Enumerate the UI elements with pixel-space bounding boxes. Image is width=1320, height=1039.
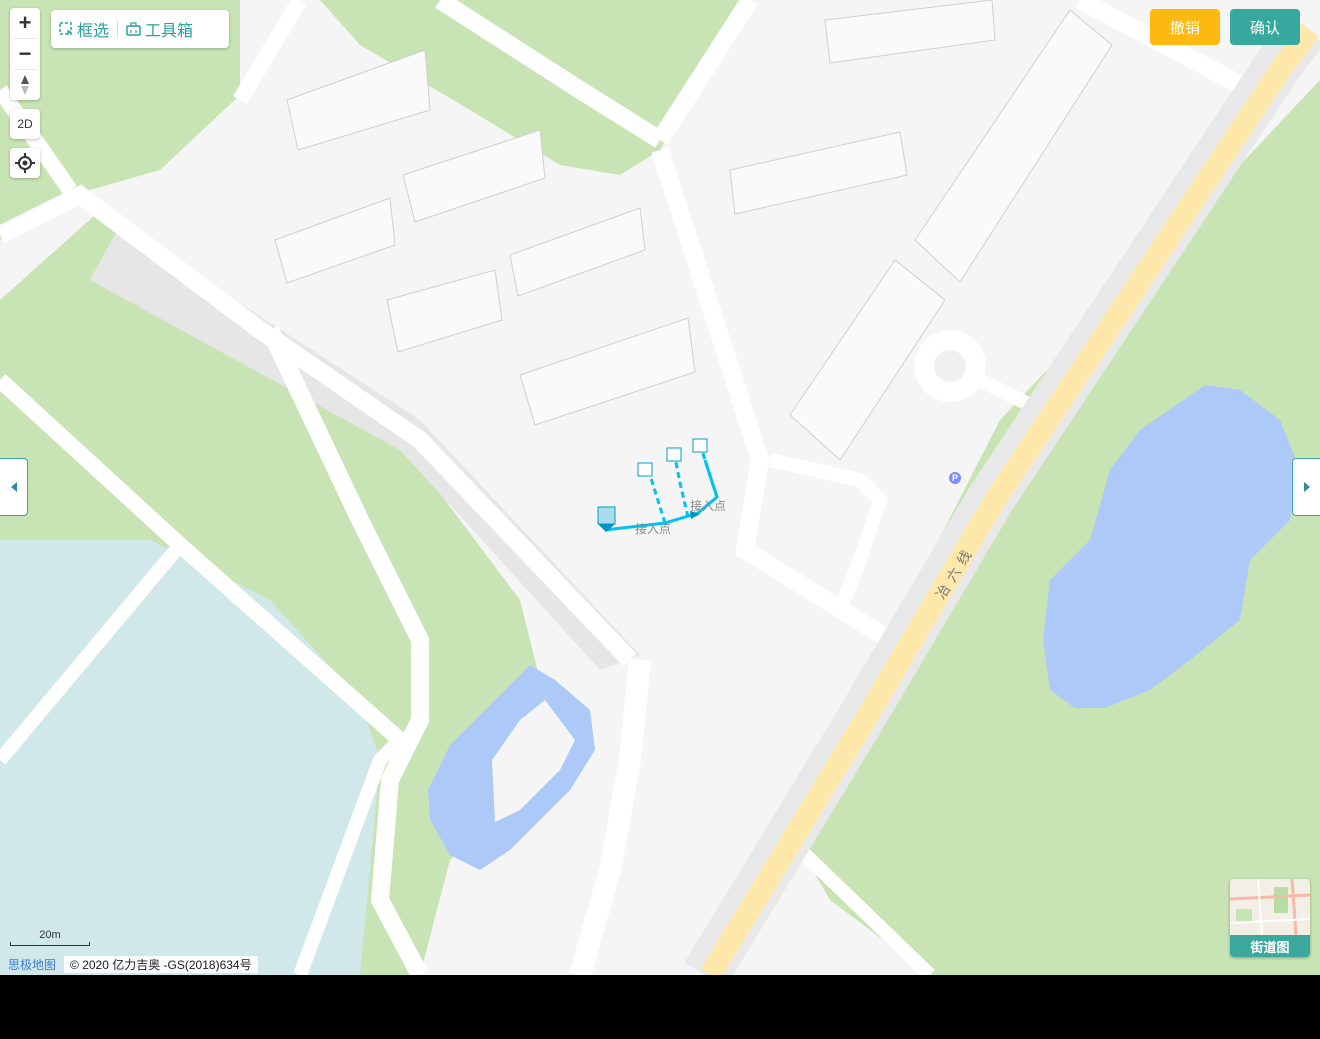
box-select-icon xyxy=(59,22,72,36)
device-marker-3 xyxy=(692,438,708,453)
street-map-thumbnail xyxy=(1230,879,1310,935)
access-point-label-1: 接入点 xyxy=(635,522,672,536)
toolbox-icon xyxy=(126,22,141,36)
zoom-in-button[interactable]: + xyxy=(10,8,40,38)
compass-button[interactable] xyxy=(10,70,40,100)
locate-button[interactable] xyxy=(10,148,40,178)
right-panel-toggle[interactable] xyxy=(1292,458,1320,516)
parking-icon: P xyxy=(949,472,961,484)
toolbox-label: 工具箱 xyxy=(145,23,194,40)
scale-bar-line xyxy=(10,942,90,946)
toolbox-tool[interactable]: 工具箱 xyxy=(118,10,201,48)
box-select-label: 框选 xyxy=(77,23,110,40)
zoom-control: + − xyxy=(10,8,40,100)
cable-segment-3 xyxy=(673,456,690,518)
map-toolbar: 框选 工具箱 xyxy=(51,10,229,48)
chevron-left-icon xyxy=(10,482,17,492)
view-2d-button[interactable]: 2D xyxy=(10,109,40,139)
street-map-label: 街道图 xyxy=(1230,935,1310,957)
attribution: 思极地图 © 2020 亿力吉奥 -GS(2018)634号 xyxy=(8,955,258,973)
device-marker-2 xyxy=(666,447,682,462)
map-brand-link[interactable]: 思极地图 xyxy=(8,956,56,973)
scale-bar: 20m xyxy=(10,929,90,947)
scale-label: 20m xyxy=(39,929,61,941)
chevron-right-icon xyxy=(1303,482,1310,492)
zoom-out-button[interactable]: − xyxy=(10,39,40,69)
locate-icon xyxy=(15,153,35,173)
undo-button[interactable]: 撤销 xyxy=(1150,9,1220,45)
copyright-text: © 2020 亿力吉奥 -GS(2018)634号 xyxy=(64,955,258,973)
confirm-button[interactable]: 确认 xyxy=(1230,9,1300,45)
map-canvas[interactable]: 接入点 接入点 P 冶六线 + − 2D 框选 工具箱 撤销 确认 街道图 20… xyxy=(0,0,1320,975)
access-point-label-2: 接入点 xyxy=(690,499,727,513)
start-marker xyxy=(597,506,616,525)
left-panel-toggle[interactable] xyxy=(0,458,28,516)
box-select-tool[interactable]: 框选 xyxy=(51,10,117,48)
street-map-switch[interactable]: 街道图 xyxy=(1230,879,1310,957)
device-marker-1 xyxy=(637,462,653,477)
compass-icon xyxy=(21,75,29,95)
